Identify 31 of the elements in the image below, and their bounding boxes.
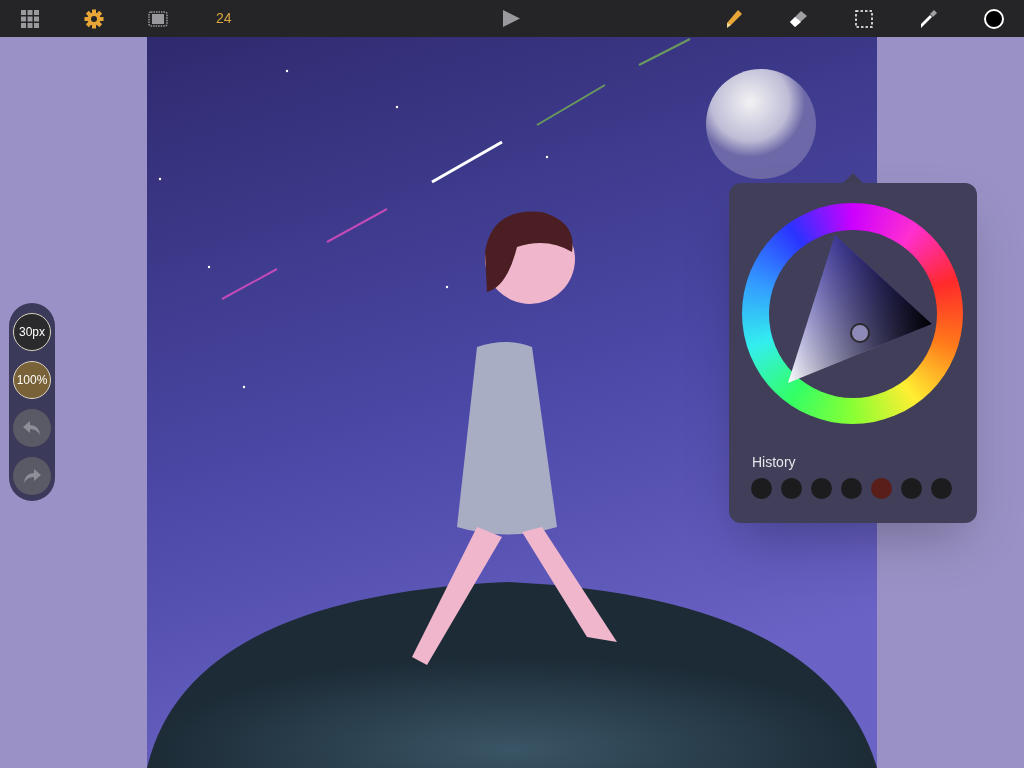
history-color-swatch[interactable] — [901, 478, 922, 499]
history-color-swatch[interactable] — [841, 478, 862, 499]
brush-size-button[interactable]: 30px — [13, 313, 51, 351]
pencil-tool-button[interactable] — [724, 8, 744, 29]
selection-tool-button[interactable] — [854, 8, 874, 29]
pencil-icon — [725, 8, 743, 29]
film-strip-icon — [148, 10, 168, 27]
undo-button[interactable] — [13, 409, 51, 447]
history-color-swatch[interactable] — [781, 478, 802, 499]
current-color-swatch[interactable] — [984, 8, 1004, 29]
settings-tool-button[interactable] — [84, 8, 104, 29]
grid-icon — [20, 8, 40, 29]
history-color-swatch[interactable] — [871, 478, 892, 499]
frame-rate[interactable]: 24 — [216, 8, 232, 29]
play-icon[interactable] — [502, 9, 521, 28]
history-color-swatch[interactable] — [931, 478, 952, 499]
settings-icon — [84, 8, 104, 29]
eyedropper-icon — [920, 8, 938, 29]
history-color-swatch[interactable] — [811, 478, 832, 499]
eraser-icon — [789, 9, 809, 28]
history-color-swatch[interactable] — [751, 478, 772, 499]
eyedropper-tool-button[interactable] — [919, 8, 939, 29]
film-strip-tool-button[interactable] — [148, 8, 168, 29]
redo-icon — [22, 468, 42, 484]
history-label: History — [752, 453, 796, 472]
undo-icon — [22, 420, 42, 436]
redo-button[interactable] — [13, 457, 51, 495]
grid-tool-button[interactable] — [20, 8, 40, 29]
eraser-tool-button[interactable] — [789, 8, 809, 29]
selection-icon — [855, 9, 873, 28]
opacity-button[interactable]: 100% — [13, 361, 51, 399]
